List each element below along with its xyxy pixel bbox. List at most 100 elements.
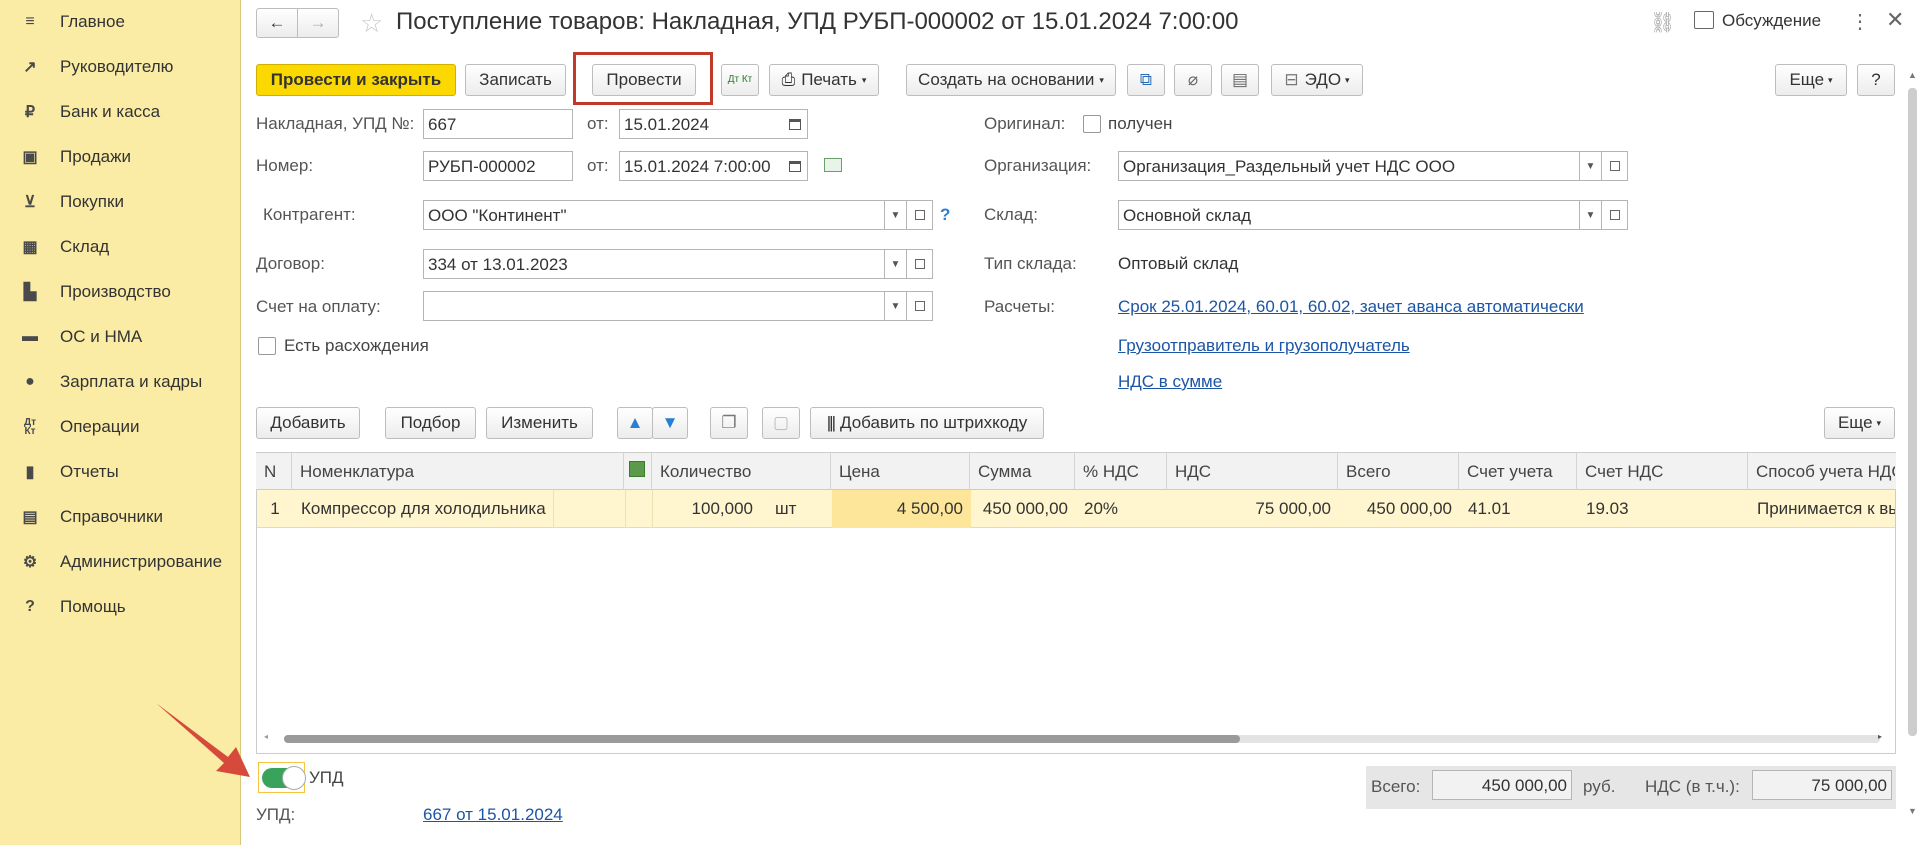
organization-field[interactable]: Организация_Раздельный учет НДС ООО	[1118, 151, 1580, 181]
column-header[interactable]: Номенклатура	[292, 453, 624, 490]
organization-dropdown[interactable]: ▼	[1580, 151, 1602, 181]
vertical-scrollbar[interactable]	[1908, 88, 1917, 736]
cell-vat[interactable]: 75 000,00	[1168, 490, 1339, 528]
paste-button[interactable]: ▢	[762, 407, 800, 439]
change-button[interactable]: Изменить	[486, 407, 593, 439]
scroll-down-icon[interactable]: ▼	[1908, 806, 1917, 816]
edo-button[interactable]: ⊟ ЭДО ▾	[1271, 64, 1363, 96]
cell-quantity[interactable]: 100,000	[653, 490, 761, 528]
sidebar-item-operations[interactable]: Дт Кт Операции	[0, 405, 241, 450]
forward-button[interactable]: →	[297, 8, 339, 38]
sidebar-item-admin[interactable]: ⚙ Администрирование	[0, 540, 241, 585]
create-based-label: Создать на основании	[918, 70, 1095, 89]
number-date-field[interactable]: 15.01.2024 7:00:00	[619, 151, 783, 181]
sidebar-item-payroll[interactable]: ● Зарплата и кадры	[0, 360, 241, 405]
table-row[interactable]: 1 Компрессор для холодильника 100,000 шт…	[257, 490, 1895, 528]
counterparty-dropdown[interactable]: ▼	[885, 200, 907, 230]
counterparty-field[interactable]: ООО "Континент"	[423, 200, 885, 230]
more-vert-icon[interactable]: ⋮	[1850, 9, 1870, 34]
column-header[interactable]: Счет НДС	[1577, 453, 1748, 490]
column-header[interactable]: НДС	[1167, 453, 1338, 490]
organization-open-button[interactable]	[1602, 151, 1628, 181]
settlements-link[interactable]: Срок 25.01.2024, 60.01, 60.02, зачет ава…	[1118, 297, 1584, 317]
cell-total[interactable]: 450 000,00	[1339, 490, 1460, 528]
invoice-number-field[interactable]: 667	[423, 109, 573, 139]
more-button[interactable]: Еще ▾	[1775, 64, 1847, 96]
sidebar-item-production[interactable]: ▙ Производство	[0, 270, 241, 315]
column-header[interactable]: Количество	[652, 453, 831, 490]
warehouse-field[interactable]: Основной склад	[1118, 200, 1580, 230]
scroll-right-icon[interactable]: ▸	[1878, 732, 1882, 741]
sidebar-item-assets[interactable]: ▬ ОС и НМА	[0, 315, 241, 360]
number-field[interactable]: РУБП-000002	[423, 151, 573, 181]
sidebar-item-management[interactable]: ↗ Руководителю	[0, 45, 241, 90]
cell-price[interactable]: 4 500,00	[832, 490, 971, 528]
create-based-on-button[interactable]: Создать на основании ▾	[906, 64, 1116, 96]
select-button[interactable]: Подбор	[385, 407, 476, 439]
warehouse-open-button[interactable]	[1602, 200, 1628, 230]
shipper-consignee-link[interactable]: Грузоотправитель и грузополучатель	[1118, 336, 1410, 356]
cell-unit[interactable]: шт	[767, 490, 827, 528]
attach-button[interactable]: ⌀	[1174, 64, 1212, 96]
sidebar-item-help[interactable]: ? Помощь	[0, 585, 241, 630]
column-header[interactable]: Всего	[1338, 453, 1459, 490]
sidebar-item-purchases[interactable]: ⊻ Покупки	[0, 180, 241, 225]
original-checkbox[interactable]	[1083, 115, 1101, 133]
column-header[interactable]: Сумма	[970, 453, 1075, 490]
print-button[interactable]: ⎙ Печать ▾	[769, 64, 879, 96]
column-header[interactable]: % НДС	[1075, 453, 1167, 490]
scrollbar-thumb[interactable]	[284, 735, 1240, 743]
payment-invoice-open-button[interactable]	[907, 291, 933, 321]
column-header[interactable]: Способ учета НДС	[1748, 453, 1895, 490]
vat-in-sum-link[interactable]: НДС в сумме	[1118, 372, 1222, 392]
report-button[interactable]: ▤	[1221, 64, 1259, 96]
sidebar-item-bank[interactable]: ₽ Банк и касса	[0, 90, 241, 135]
sidebar-item-main[interactable]: ≡ Главное	[0, 0, 241, 45]
close-icon[interactable]: ✕	[1886, 7, 1904, 33]
post-button[interactable]: Провести	[592, 64, 696, 96]
question-icon[interactable]: ?	[940, 205, 950, 225]
cell-vat-method[interactable]: Принимается к вычету	[1749, 490, 1895, 528]
column-header[interactable]: N	[256, 453, 292, 490]
contract-open-button[interactable]	[907, 249, 933, 279]
help-button[interactable]: ?	[1857, 64, 1895, 96]
sidebar-item-warehouse[interactable]: ▦ Склад	[0, 225, 241, 270]
link-icon[interactable]: ⛓	[1650, 10, 1675, 35]
upd-link[interactable]: 667 от 15.01.2024	[423, 805, 563, 825]
post-and-close-button[interactable]: Провести и закрыть	[256, 64, 456, 96]
cell-item[interactable]: Компрессор для холодильника	[293, 490, 553, 528]
sidebar-item-reports[interactable]: ▮ Отчеты	[0, 450, 241, 495]
dt-kt-button[interactable]: Дт Кт	[721, 64, 759, 96]
copy-button[interactable]: ❐	[710, 407, 748, 439]
column-header[interactable]: Цена	[831, 453, 970, 490]
payment-invoice-field[interactable]	[423, 291, 885, 321]
warehouse-dropdown[interactable]: ▼	[1580, 200, 1602, 230]
message-icon[interactable]	[824, 158, 842, 172]
structure-button[interactable]: ⧉	[1127, 64, 1165, 96]
sidebar-item-references[interactable]: ▤ Справочники	[0, 495, 241, 540]
contract-dropdown[interactable]: ▼	[885, 249, 907, 279]
star-icon[interactable]: ☆	[360, 8, 383, 39]
cell-vat-rate[interactable]: 20%	[1076, 490, 1168, 528]
column-header[interactable]: Счет учета	[1459, 453, 1577, 490]
payment-invoice-dropdown[interactable]: ▼	[885, 291, 907, 321]
discussion-button[interactable]: Обсуждение	[1722, 11, 1821, 31]
move-down-button[interactable]: ▼	[652, 407, 688, 439]
table-more-button[interactable]: Еще ▾	[1824, 407, 1895, 439]
back-button[interactable]: ←	[256, 8, 298, 38]
add-by-barcode-button[interactable]: ||| Добавить по штрихкоду	[810, 407, 1044, 439]
cell-account[interactable]: 41.01	[1460, 490, 1578, 528]
counterparty-open-button[interactable]	[907, 200, 933, 230]
discrepancy-checkbox[interactable]	[258, 337, 276, 355]
save-button[interactable]: Записать	[465, 64, 566, 96]
contract-field[interactable]: 334 от 13.01.2023	[423, 249, 885, 279]
cell-sum[interactable]: 450 000,00	[971, 490, 1076, 528]
sidebar-item-sales[interactable]: ▣ Продажи	[0, 135, 241, 180]
move-up-button[interactable]: ▲	[617, 407, 653, 439]
invoice-date-field[interactable]: 15.01.2024	[619, 109, 783, 139]
calendar-button[interactable]	[782, 109, 808, 139]
add-row-button[interactable]: Добавить	[256, 407, 360, 439]
calendar-button[interactable]	[782, 151, 808, 181]
scroll-up-icon[interactable]: ▲	[1908, 70, 1917, 80]
cell-vat-account[interactable]: 19.03	[1578, 490, 1749, 528]
